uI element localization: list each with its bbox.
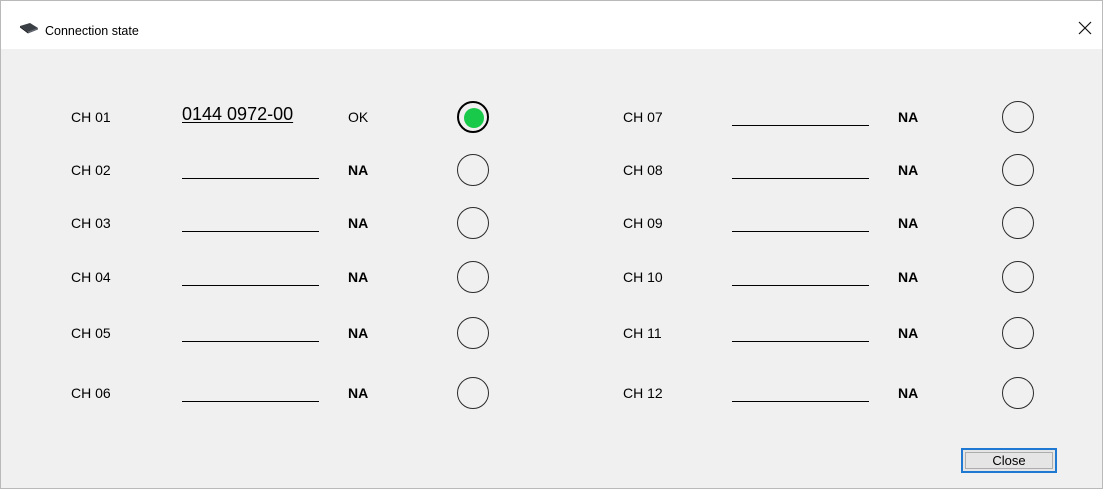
channel-status: NA [898, 385, 919, 401]
status-indicator-icon [457, 261, 489, 293]
channel-serial-empty [182, 341, 319, 342]
channel-serial-empty [732, 285, 869, 286]
status-indicator-icon [457, 317, 489, 349]
close-button-label: Close [992, 453, 1026, 468]
status-indicator-icon [1002, 101, 1034, 133]
status-indicator-icon [457, 101, 489, 133]
channel-status: NA [898, 109, 919, 125]
channel-status: NA [898, 215, 919, 231]
channel-serial-empty [732, 231, 869, 232]
channel-label: CH 09 [623, 215, 663, 231]
channel-status: NA [348, 162, 369, 178]
channel-serial-empty [732, 178, 869, 179]
channel-label: CH 10 [623, 269, 663, 285]
channel-serial-empty [732, 125, 869, 126]
channel-label: CH 01 [71, 109, 111, 125]
channel-serial: 0144 0972-00 [182, 104, 294, 124]
channel-label: CH 12 [623, 385, 663, 401]
channel-serial-empty [182, 231, 319, 232]
channel-label: CH 08 [623, 162, 663, 178]
channel-label: CH 02 [71, 162, 111, 178]
status-dot-icon [464, 108, 484, 128]
device-icon [20, 23, 38, 34]
channel-status: OK [348, 109, 369, 125]
channel-serial-empty [732, 341, 869, 342]
status-indicator-icon [457, 377, 489, 409]
status-indicator-icon [1002, 377, 1034, 409]
channel-label: CH 04 [71, 269, 111, 285]
channel-status: NA [898, 162, 919, 178]
channel-serial-empty [182, 285, 319, 286]
channel-status: NA [898, 325, 919, 341]
channel-status: NA [348, 385, 369, 401]
channel-label: CH 06 [71, 385, 111, 401]
channel-status: NA [348, 215, 369, 231]
close-button[interactable]: Close [961, 448, 1057, 473]
status-indicator-icon [1002, 154, 1034, 186]
channel-serial-empty [732, 401, 869, 402]
window-title: Connection state [45, 24, 139, 38]
channel-status: NA [898, 269, 919, 285]
status-indicator-icon [457, 154, 489, 186]
status-indicator-icon [1002, 207, 1034, 239]
connection-state-window: Connection state CH 01 0144 0972-00 OK CH 0… [0, 0, 1103, 489]
close-icon[interactable] [1069, 13, 1101, 43]
title-bar: Connection state [1, 1, 1102, 49]
channel-label: CH 07 [623, 109, 663, 125]
status-indicator-icon [457, 207, 489, 239]
channel-label: CH 11 [623, 325, 662, 341]
channel-serial-empty [182, 178, 319, 179]
channel-label: CH 03 [71, 215, 111, 231]
channel-serial-empty [182, 401, 319, 402]
status-indicator-icon [1002, 317, 1034, 349]
status-indicator-icon [1002, 261, 1034, 293]
channel-status: NA [348, 269, 369, 285]
channel-label: CH 05 [71, 325, 111, 341]
channel-status: NA [348, 325, 369, 341]
